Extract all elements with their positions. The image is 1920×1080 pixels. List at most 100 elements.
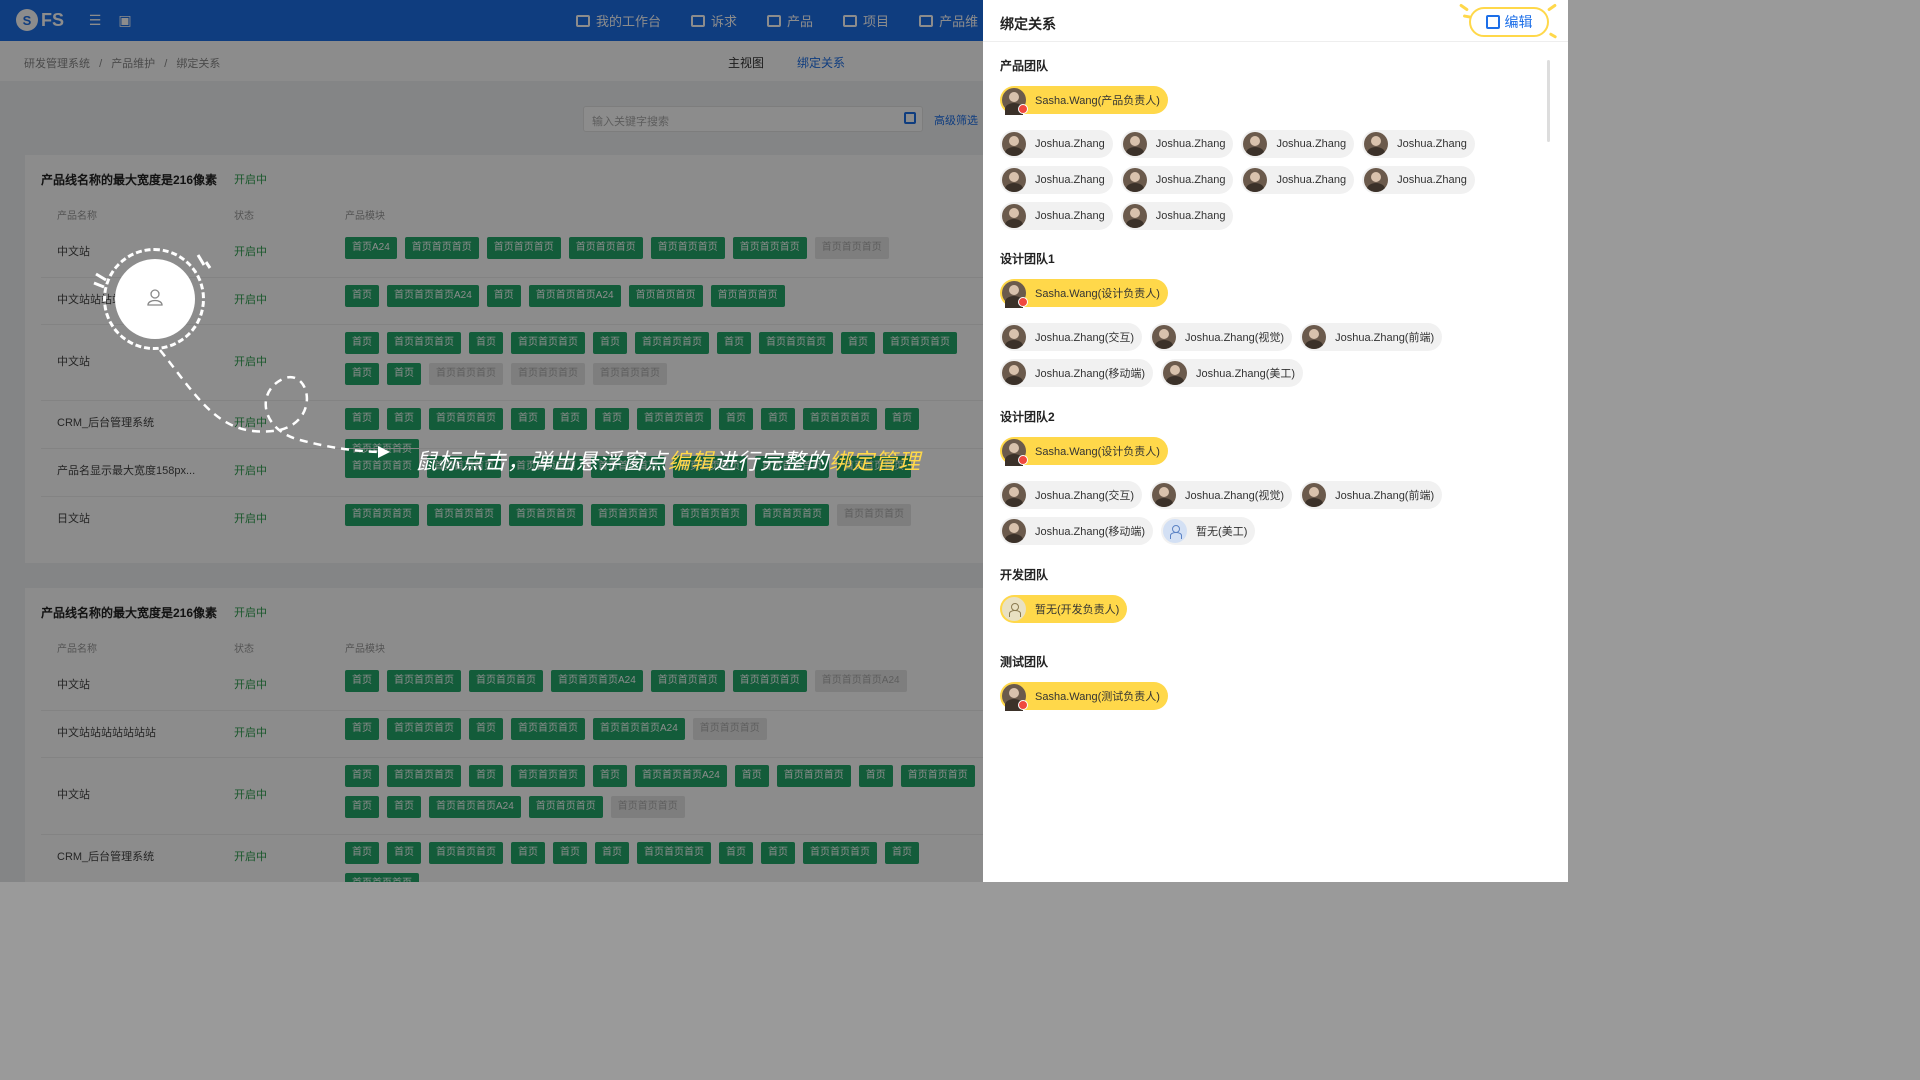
member-name: Joshua.Zhang(视觉): [1185, 332, 1285, 344]
binding-drawer: 绑定关系 编辑 产品团队 Sasha.Wang(产品负责人) Joshua.Zh…: [983, 0, 1568, 882]
member-chip-lead[interactable]: Sasha.Wang(产品负责人): [1000, 86, 1168, 115]
avatar: [1002, 597, 1026, 621]
member-chip[interactable]: Joshua.Zhang(前端): [1300, 481, 1443, 509]
avatar: [1243, 168, 1268, 192]
leader-badge-icon: [1018, 297, 1028, 307]
member-name: Joshua.Zhang(前端): [1335, 490, 1435, 502]
member-name: Joshua.Zhang: [1397, 138, 1467, 150]
avatar: [1002, 684, 1028, 711]
member-name: Joshua.Zhang: [1155, 174, 1226, 186]
member-name: 暂无(开发负责人): [1035, 604, 1120, 616]
member-chip[interactable]: Joshua.Zhang(视觉): [1150, 323, 1293, 351]
member-name: Joshua.Zhang(交互): [1035, 332, 1135, 344]
member-chip-lead[interactable]: 暂无(开发负责人): [1000, 595, 1128, 623]
team-title: 设计团队2: [1000, 410, 1055, 424]
member-name: Joshua.Zhang: [1035, 210, 1105, 222]
member-name: Sasha.Wang(设计负责人): [1035, 446, 1160, 458]
member-name: Joshua.Zhang: [1035, 138, 1105, 150]
member-chip[interactable]: Joshua.Zhang: [1000, 130, 1113, 158]
annotation-caption: 鼠标点击，弹出悬浮窗点编辑进行完整的绑定管理: [415, 450, 922, 475]
member-chip[interactable]: Joshua.Zhang(移动端): [1000, 517, 1154, 545]
member-chip[interactable]: Joshua.Zhang(前端): [1300, 323, 1443, 351]
member-name: 暂无(美工): [1196, 526, 1248, 538]
sparkle: [1548, 32, 1558, 39]
avatar: [1152, 483, 1177, 507]
scrollbar[interactable]: [1547, 60, 1550, 142]
avatar: [1302, 483, 1327, 507]
avatar: [1163, 519, 1188, 543]
team-members: 暂无(开发负责人): [1000, 595, 1540, 623]
edit-button[interactable]: 编辑: [1469, 7, 1549, 37]
team-members: Sasha.Wang(测试负责人): [1000, 682, 1540, 711]
team-title: 开发团队: [1000, 568, 1049, 582]
member-name: Joshua.Zhang(交互): [1035, 490, 1135, 502]
member-name: Joshua.Zhang(视觉): [1185, 490, 1285, 502]
member-name: Joshua.Zhang(美工): [1196, 368, 1296, 380]
member-chip[interactable]: Joshua.Zhang(移动端): [1000, 359, 1154, 387]
avatar: [1364, 168, 1389, 192]
avatar: [1122, 168, 1147, 192]
avatar: [1002, 361, 1026, 385]
member-chip[interactable]: Joshua.Zhang: [1241, 166, 1355, 194]
member-name: Joshua.Zhang(前端): [1335, 332, 1435, 344]
member-name: Sasha.Wang(设计负责人): [1035, 288, 1160, 300]
team-title: 设计团队1: [1000, 252, 1055, 266]
avatar: [1163, 361, 1188, 385]
sparkle: [1459, 3, 1469, 12]
member-name: Sasha.Wang(测试负责人): [1035, 691, 1160, 703]
avatar: [1302, 325, 1327, 349]
avatar: [1002, 168, 1026, 192]
sparkle: [1462, 14, 1472, 19]
member-chip-lead[interactable]: Sasha.Wang(测试负责人): [1000, 682, 1168, 711]
member-chip[interactable]: Joshua.Zhang(交互): [1000, 323, 1143, 351]
drawer-title: 绑定关系: [1000, 16, 1056, 32]
edit-icon: [1485, 15, 1500, 29]
avatar: [1002, 88, 1028, 115]
member-name: Joshua.Zhang: [1276, 174, 1347, 186]
member-name: Joshua.Zhang: [1276, 138, 1347, 150]
member-chip[interactable]: Joshua.Zhang: [1120, 166, 1234, 194]
member-chip[interactable]: Joshua.Zhang: [1120, 130, 1234, 158]
member-name: Joshua.Zhang: [1035, 174, 1105, 186]
team-members: Sasha.Wang(设计负责人) Joshua.Zhang(交互) Joshu…: [1000, 279, 1540, 387]
leader-badge-icon: [1018, 104, 1028, 114]
team-members: Sasha.Wang(产品负责人) Joshua.Zhang Joshua.Zh…: [1000, 86, 1540, 230]
member-chip[interactable]: Joshua.Zhang(交互): [1000, 481, 1143, 509]
team-members: Sasha.Wang(设计负责人) Joshua.Zhang(交互) Joshu…: [1000, 437, 1540, 545]
avatar: [1364, 132, 1389, 156]
avatar: [1002, 325, 1026, 349]
member-chip[interactable]: Joshua.Zhang: [1241, 130, 1355, 158]
avatar: [1002, 483, 1026, 507]
drawer-divider: [983, 41, 1568, 42]
team-title: 测试团队: [1000, 655, 1049, 669]
avatar: [1002, 519, 1026, 543]
team-title: 产品团队: [1000, 59, 1049, 73]
avatar: [1002, 204, 1026, 228]
avatar: [1122, 132, 1147, 156]
member-name: Joshua.Zhang(移动端): [1035, 368, 1146, 380]
leader-badge-icon: [1018, 455, 1028, 465]
member-chip[interactable]: Joshua.Zhang(视觉): [1150, 481, 1293, 509]
member-name: Sasha.Wang(产品负责人): [1035, 95, 1160, 107]
avatar: [1002, 132, 1026, 156]
member-chip[interactable]: Joshua.Zhang: [1362, 130, 1475, 158]
member-chip-lead[interactable]: Sasha.Wang(设计负责人): [1000, 437, 1168, 466]
avatar: [1122, 204, 1147, 228]
avatar: [1243, 132, 1268, 156]
member-name: Joshua.Zhang(移动端): [1035, 526, 1146, 538]
member-chip[interactable]: Joshua.Zhang: [1362, 166, 1475, 194]
leader-badge-icon: [1018, 700, 1028, 710]
member-chip[interactable]: Joshua.Zhang(美工): [1161, 359, 1304, 387]
member-chip[interactable]: Joshua.Zhang: [1000, 166, 1113, 194]
sparkle: [1547, 3, 1557, 12]
member-chip[interactable]: Joshua.Zhang: [1000, 202, 1113, 230]
member-name: Joshua.Zhang: [1155, 138, 1226, 150]
edit-label: 编辑: [1504, 14, 1533, 30]
annotation-arrow: [93, 254, 390, 458]
user-icon: [147, 289, 163, 306]
avatar: [1002, 281, 1028, 308]
member-chip[interactable]: 暂无(美工): [1161, 517, 1256, 545]
main-app: S FS ☰ ▣ 我的工作台 诉求 产品 项目 产品维 研发管理系统 / 产品维…: [0, 0, 983, 882]
member-chip[interactable]: Joshua.Zhang: [1120, 202, 1234, 230]
member-chip-lead[interactable]: Sasha.Wang(设计负责人): [1000, 279, 1168, 308]
